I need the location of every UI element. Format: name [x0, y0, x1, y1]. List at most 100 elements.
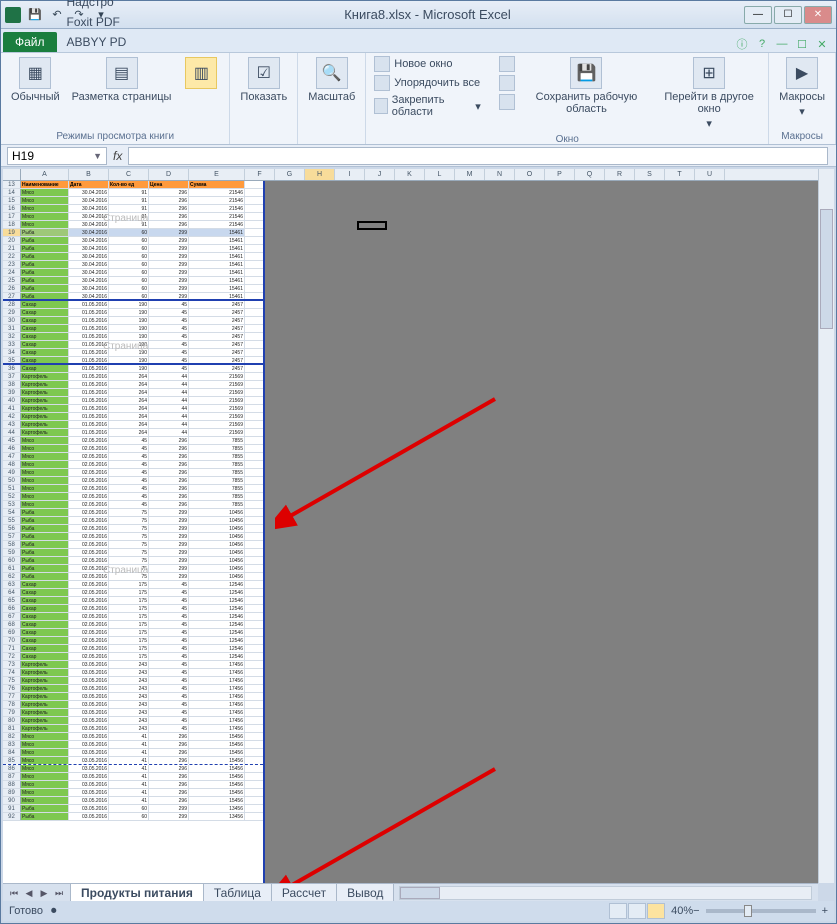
- cell[interactable]: 190: [109, 349, 149, 356]
- cell[interactable]: Сахар: [21, 301, 69, 308]
- cell[interactable]: 41: [109, 781, 149, 788]
- row-header[interactable]: 70: [3, 637, 21, 644]
- table-row[interactable]: 86Мясо03.05.20164129615456: [3, 765, 263, 773]
- cell[interactable]: 01.05.2016: [69, 309, 109, 316]
- cell[interactable]: 45: [149, 661, 189, 668]
- cell[interactable]: 243: [109, 701, 149, 708]
- cell[interactable]: 299: [149, 533, 189, 540]
- cell[interactable]: Мясо: [21, 453, 69, 460]
- cell[interactable]: 41: [109, 765, 149, 772]
- cell[interactable]: 299: [149, 517, 189, 524]
- cell[interactable]: 15461: [189, 237, 245, 244]
- cell[interactable]: Картофель: [21, 717, 69, 724]
- cell[interactable]: Картофель: [21, 373, 69, 380]
- cell[interactable]: 12546: [189, 613, 245, 620]
- table-row[interactable]: 46Мясо02.05.2016452967855: [3, 445, 263, 453]
- cell[interactable]: 299: [149, 509, 189, 516]
- cell[interactable]: 296: [149, 189, 189, 196]
- cell[interactable]: 17456: [189, 685, 245, 692]
- page-break-view-icon[interactable]: [647, 903, 665, 919]
- table-row[interactable]: 18Мясо30.04.20169129621546: [3, 221, 263, 229]
- cell[interactable]: 60: [109, 245, 149, 252]
- cell[interactable]: Рыба: [21, 277, 69, 284]
- cell[interactable]: 175: [109, 597, 149, 604]
- cell[interactable]: Мясо: [21, 741, 69, 748]
- cell[interactable]: 03.05.2016: [69, 757, 109, 764]
- cell[interactable]: 21546: [189, 205, 245, 212]
- cell[interactable]: 264: [109, 429, 149, 436]
- cell[interactable]: Мясо: [21, 733, 69, 740]
- table-row[interactable]: 84Мясо03.05.20164129615456: [3, 749, 263, 757]
- row-header[interactable]: 81: [3, 725, 21, 732]
- cell[interactable]: 296: [149, 797, 189, 804]
- cell[interactable]: Сахар: [21, 325, 69, 332]
- cell[interactable]: Сахар: [21, 333, 69, 340]
- column-header[interactable]: O: [515, 169, 545, 180]
- cell[interactable]: 45: [149, 693, 189, 700]
- cell[interactable]: 45: [109, 493, 149, 500]
- cell[interactable]: 30.04.2016: [69, 285, 109, 292]
- row-header[interactable]: 61: [3, 565, 21, 572]
- cell[interactable]: 243: [109, 685, 149, 692]
- cell[interactable]: 60: [109, 277, 149, 284]
- table-row[interactable]: 35Сахар01.05.2016190452457: [3, 357, 263, 365]
- cell[interactable]: 243: [109, 693, 149, 700]
- cell[interactable]: 21569: [189, 397, 245, 404]
- cell[interactable]: 296: [149, 445, 189, 452]
- cell[interactable]: 91: [109, 221, 149, 228]
- cell[interactable]: Сахар: [21, 581, 69, 588]
- hide-icon[interactable]: [497, 74, 517, 92]
- cell[interactable]: 243: [109, 725, 149, 732]
- cell[interactable]: 03.05.2016: [69, 733, 109, 740]
- cell[interactable]: Мясо: [21, 213, 69, 220]
- switch-windows-button[interactable]: ⊞Перейти в другое окно ▾: [656, 55, 762, 132]
- row-header[interactable]: 88: [3, 781, 21, 788]
- column-header[interactable]: S: [635, 169, 665, 180]
- cell[interactable]: Мясо: [21, 477, 69, 484]
- cell[interactable]: Картофель: [21, 397, 69, 404]
- row-header[interactable]: 58: [3, 541, 21, 548]
- row-header[interactable]: 63: [3, 581, 21, 588]
- cell[interactable]: 299: [149, 573, 189, 580]
- cell[interactable]: 45: [149, 317, 189, 324]
- row-header[interactable]: 50: [3, 477, 21, 484]
- table-row[interactable]: 42Картофель01.05.20162644421569: [3, 413, 263, 421]
- column-header[interactable]: P: [545, 169, 575, 180]
- table-row[interactable]: 32Сахар01.05.2016190452457: [3, 333, 263, 341]
- cell[interactable]: 44: [149, 381, 189, 388]
- zoom-button[interactable]: 🔍Масштаб: [304, 55, 359, 105]
- macros-button[interactable]: ▶Макросы ▾: [775, 55, 829, 120]
- cell[interactable]: 17456: [189, 661, 245, 668]
- cell[interactable]: 45: [149, 365, 189, 372]
- page-break-preview-button[interactable]: ▥: [179, 55, 223, 93]
- cell[interactable]: 02.05.2016: [69, 445, 109, 452]
- row-header[interactable]: 31: [3, 325, 21, 332]
- cell[interactable]: Картофель: [21, 677, 69, 684]
- sheet-tab[interactable]: Продукты питания: [70, 883, 204, 902]
- header-cell[interactable]: Цена: [149, 181, 189, 188]
- cell[interactable]: Сахар: [21, 653, 69, 660]
- cell[interactable]: 2457: [189, 341, 245, 348]
- table-row[interactable]: 90Мясо03.05.20164129615456: [3, 797, 263, 805]
- cell[interactable]: 296: [149, 773, 189, 780]
- column-header[interactable]: A: [21, 169, 69, 180]
- cell[interactable]: 17456: [189, 677, 245, 684]
- cell[interactable]: 10456: [189, 549, 245, 556]
- cell[interactable]: 03.05.2016: [69, 773, 109, 780]
- cell[interactable]: Мясо: [21, 781, 69, 788]
- row-header[interactable]: 25: [3, 277, 21, 284]
- row-header[interactable]: 67: [3, 613, 21, 620]
- cell[interactable]: 02.05.2016: [69, 461, 109, 468]
- table-row[interactable]: 89Мясо03.05.20164129615456: [3, 789, 263, 797]
- cell[interactable]: Рыба: [21, 813, 69, 820]
- table-row[interactable]: 30Сахар01.05.2016190452457: [3, 317, 263, 325]
- cell[interactable]: 02.05.2016: [69, 613, 109, 620]
- cell[interactable]: 03.05.2016: [69, 813, 109, 820]
- row-header[interactable]: 15: [3, 197, 21, 204]
- cell[interactable]: Картофель: [21, 701, 69, 708]
- cell[interactable]: 21569: [189, 421, 245, 428]
- cell[interactable]: 15461: [189, 245, 245, 252]
- cell[interactable]: 45: [149, 581, 189, 588]
- cell[interactable]: 75: [109, 517, 149, 524]
- cell[interactable]: 190: [109, 365, 149, 372]
